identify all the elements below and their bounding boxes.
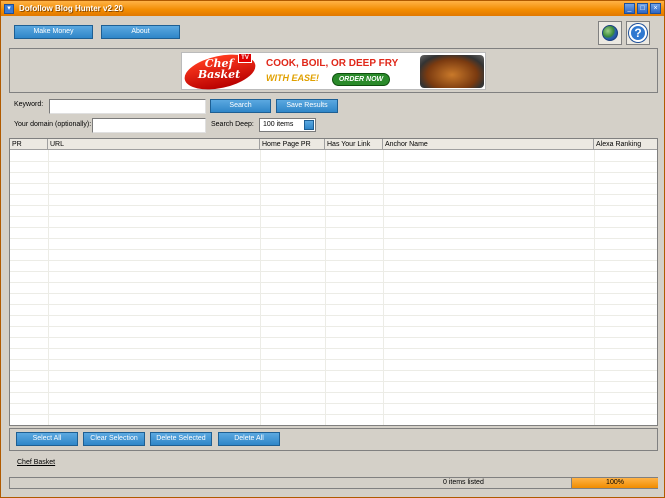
grid-row-line <box>10 172 657 173</box>
domain-label: Your domain (optionally): <box>14 121 92 128</box>
help-button[interactable]: ? <box>626 21 650 45</box>
status-bar: 0 items listed 100% <box>9 477 658 489</box>
grid-row-line <box>10 348 657 349</box>
search-button[interactable]: Search <box>210 99 271 113</box>
grid-column-line <box>48 150 49 425</box>
window-controls: _ □ × <box>624 3 661 14</box>
grid-row-line <box>10 238 657 239</box>
order-now-button[interactable]: ORDER NOW <box>332 73 390 86</box>
grid-row-line <box>10 260 657 261</box>
grid-row-line <box>10 337 657 338</box>
globe-icon <box>602 25 618 41</box>
grid-row-line <box>10 271 657 272</box>
grid-row-line <box>10 205 657 206</box>
grid-row-line <box>10 403 657 404</box>
results-table[interactable]: PR URL Home Page PR Has Your Link Anchor… <box>9 138 658 426</box>
search-deep-value: 100 items <box>263 121 294 128</box>
search-deep-select[interactable]: 100 items <box>259 118 316 132</box>
maximize-icon[interactable]: □ <box>637 3 648 14</box>
save-results-button[interactable]: Save Results <box>276 99 338 113</box>
clear-selection-button[interactable]: Clear Selection <box>83 432 145 446</box>
about-button[interactable]: About <box>101 25 180 39</box>
tv-badge: TV <box>238 53 252 63</box>
select-all-button[interactable]: Select All <box>16 432 78 446</box>
domain-input[interactable] <box>92 118 206 133</box>
column-header-url[interactable]: URL <box>48 139 260 150</box>
grid-row-line <box>10 326 657 327</box>
grid-row-line <box>10 194 657 195</box>
globe-button[interactable] <box>598 21 622 45</box>
grid-row-line <box>10 282 657 283</box>
search-deep-label: Search Deep: <box>211 121 254 128</box>
grid-column-line <box>383 150 384 425</box>
grid-row-line <box>10 227 657 228</box>
dropdown-arrow-icon[interactable] <box>304 120 314 130</box>
delete-all-button[interactable]: Delete All <box>218 432 280 446</box>
delete-selected-button[interactable]: Delete Selected <box>150 432 212 446</box>
grid-row-line <box>10 249 657 250</box>
app-window: ▾ Dofollow Blog Hunter v2.20 _ □ × Make … <box>0 0 665 498</box>
column-header-home-page-pr[interactable]: Home Page PR <box>260 139 325 150</box>
column-header-pr[interactable]: PR <box>10 139 48 150</box>
close-icon[interactable]: × <box>650 3 661 14</box>
grid-row-line <box>10 392 657 393</box>
banner-headline: COOK, BOIL, OR DEEP FRY <box>266 58 399 69</box>
grid-row-line <box>10 370 657 371</box>
grid-column-line <box>325 150 326 425</box>
items-listed-status: 0 items listed <box>443 479 484 486</box>
grid-row-line <box>10 304 657 305</box>
grid-row-line <box>10 381 657 382</box>
grid-row-line <box>10 414 657 415</box>
minimize-icon[interactable]: _ <box>624 3 635 14</box>
help-icon: ? <box>629 24 647 42</box>
grid-row-line <box>10 425 657 426</box>
window-title: Dofollow Blog Hunter v2.20 <box>19 4 124 13</box>
window-menu-icon[interactable]: ▾ <box>4 3 14 14</box>
grid-row-line <box>10 293 657 294</box>
grid-row-line <box>10 161 657 162</box>
grid-row-line <box>10 216 657 217</box>
column-header-anchor-name[interactable]: Anchor Name <box>383 139 594 150</box>
banner-subline: WITH EASE! <box>266 73 319 83</box>
column-header-alexa-ranking[interactable]: Alexa Ranking <box>594 139 657 150</box>
keyword-label: Keyword: <box>14 101 44 108</box>
make-money-button[interactable]: Make Money <box>14 25 93 39</box>
grid-row-line <box>10 359 657 360</box>
table-header: PR URL Home Page PR Has Your Link Anchor… <box>10 139 657 150</box>
grid-column-line <box>260 150 261 425</box>
title-bar[interactable]: ▾ Dofollow Blog Hunter v2.20 _ □ × <box>1 1 664 16</box>
banner-panel: Chef Basket TV COOK, BOIL, OR DEEP FRY W… <box>9 48 658 96</box>
progress-bar: 100% <box>571 478 658 488</box>
ad-banner[interactable]: Chef Basket TV COOK, BOIL, OR DEEP FRY W… <box>181 48 486 96</box>
grid-row-line <box>10 315 657 316</box>
actions-panel: Select All Clear Selection Delete Select… <box>9 428 658 451</box>
progress-label: 100% <box>606 479 624 486</box>
chef-basket-link[interactable]: Chef Basket <box>17 459 55 466</box>
grid-column-line <box>594 150 595 425</box>
fryer-basket-image <box>420 55 484 88</box>
grid-row-line <box>10 183 657 184</box>
keyword-input[interactable] <box>49 99 206 114</box>
column-header-has-your-link[interactable]: Has Your Link <box>325 139 383 150</box>
